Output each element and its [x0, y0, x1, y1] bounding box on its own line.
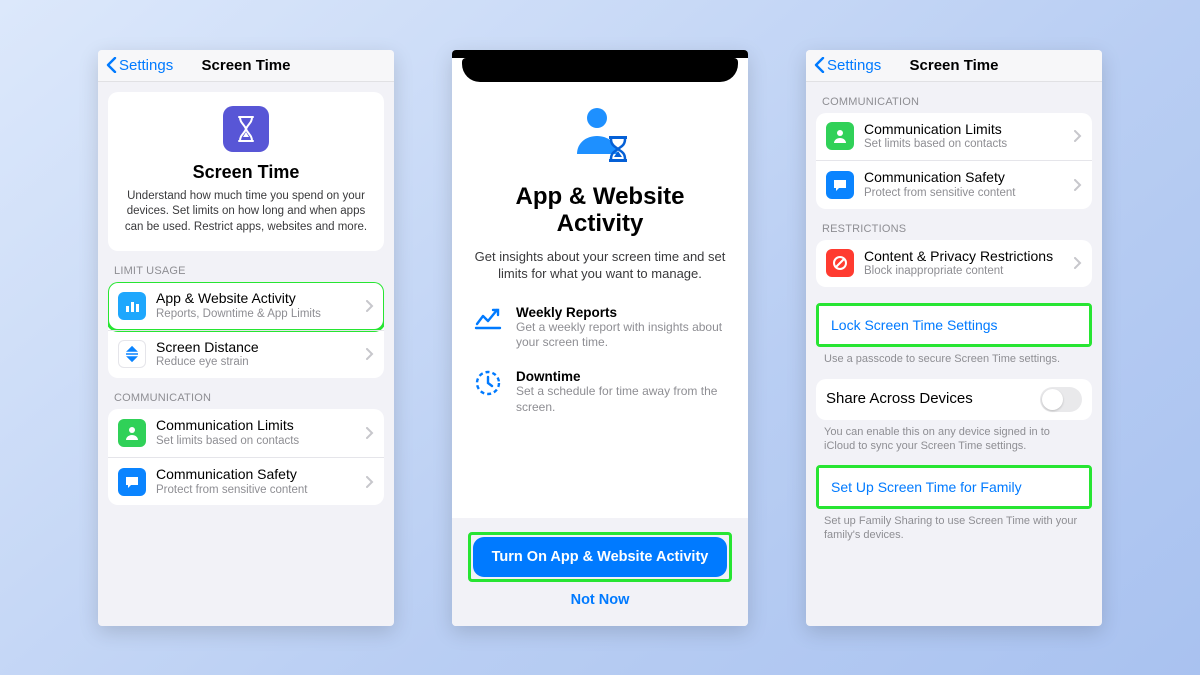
section-header-limit-usage: LIMIT USAGE — [108, 251, 384, 282]
hero-title: Screen Time — [122, 162, 370, 183]
row-title: App & Website Activity — [156, 290, 356, 307]
link-setup-family[interactable]: Set Up Screen Time for Family — [819, 468, 1089, 506]
screenshot-activity-onboarding: App & Website Activity Get insights abou… — [452, 50, 748, 626]
row-title: Communication Safety — [156, 466, 356, 483]
screen-time-hero-card: Screen Time Understand how much time you… — [108, 92, 384, 252]
chevron-right-icon — [366, 300, 374, 312]
speech-bubble-icon — [118, 468, 146, 496]
feature-title: Downtime — [516, 369, 726, 384]
device-notch — [462, 58, 738, 82]
row-title: Screen Distance — [156, 339, 356, 356]
hourglass-icon — [223, 106, 269, 152]
row-subtitle: Reports, Downtime & App Limits — [156, 308, 356, 322]
nav-bar: Settings Screen Time — [806, 50, 1102, 82]
chevron-right-icon — [1074, 179, 1082, 191]
content-scroll: Screen Time Understand how much time you… — [98, 82, 394, 626]
onboarding-sheet: App & Website Activity Get insights abou… — [452, 82, 748, 518]
row-subtitle: Block inappropriate content — [864, 265, 1064, 279]
chevron-right-icon — [366, 348, 374, 360]
row-subtitle: Set limits based on contacts — [864, 138, 1064, 152]
not-now-button[interactable]: Not Now — [571, 592, 630, 608]
footer-lock-note: Use a passcode to secure Screen Time set… — [816, 347, 1092, 366]
nav-title: Screen Time — [910, 57, 999, 74]
feature-downtime: Downtime Set a schedule for time away fr… — [474, 369, 726, 415]
row-content-privacy-restrictions[interactable]: Content & Privacy Restrictions Block ina… — [816, 240, 1092, 288]
row-title: Share Across Devices — [826, 390, 1030, 408]
row-app-website-activity[interactable]: App & Website Activity Reports, Downtime… — [108, 282, 384, 330]
onboarding-subtitle: Get insights about your screen time and … — [474, 248, 726, 283]
feature-subtitle: Set a schedule for time away from the sc… — [516, 384, 726, 415]
distance-icon — [118, 340, 146, 368]
row-title: Communication Limits — [156, 417, 356, 434]
row-communication-limits[interactable]: Communication Limits Set limits based on… — [108, 409, 384, 457]
no-entry-icon — [826, 249, 854, 277]
onboarding-title: App & Website Activity — [474, 183, 726, 238]
chevron-left-icon — [106, 57, 117, 73]
content-scroll: COMMUNICATION Communication Limits Set l… — [806, 82, 1102, 626]
section-header-communication: COMMUNICATION — [108, 378, 384, 409]
row-subtitle: Protect from sensitive content — [156, 484, 356, 498]
speech-bubble-icon — [826, 171, 854, 199]
chevron-right-icon — [366, 476, 374, 488]
feature-title: Weekly Reports — [516, 305, 726, 320]
back-button[interactable]: Settings — [814, 57, 881, 74]
group-communication: Communication Limits Set limits based on… — [108, 409, 384, 505]
toggle-share[interactable] — [1040, 387, 1082, 412]
person-hourglass-icon — [565, 104, 635, 169]
section-header-restrictions: RESTRICTIONS — [816, 209, 1092, 240]
section-header-communication: COMMUNICATION — [816, 92, 1092, 113]
screenshot-screen-time-root: Settings Screen Time Screen Time Underst… — [98, 50, 394, 626]
row-subtitle: Set limits based on contacts — [156, 435, 356, 449]
row-communication-safety[interactable]: Communication Safety Protect from sensit… — [108, 457, 384, 506]
group-limit-usage: App & Website Activity Reports, Downtime… — [108, 282, 384, 378]
feature-weekly-reports: Weekly Reports Get a weekly report with … — [474, 305, 726, 351]
feature-subtitle: Get a weekly report with insights about … — [516, 320, 726, 351]
chevron-right-icon — [366, 427, 374, 439]
nav-bar: Settings Screen Time — [98, 50, 394, 82]
back-label: Settings — [119, 57, 173, 74]
screenshot-screen-time-settings: Settings Screen Time COMMUNICATION Commu… — [806, 50, 1102, 626]
chart-icon — [118, 292, 146, 320]
row-title: Communication Limits — [864, 121, 1064, 138]
row-share-across-devices[interactable]: Share Across Devices — [816, 379, 1092, 420]
back-label: Settings — [827, 57, 881, 74]
button-bar: Turn On App & Website Activity Not Now — [452, 518, 748, 626]
row-subtitle: Reduce eye strain — [156, 356, 356, 370]
nav-title: Screen Time — [202, 57, 291, 74]
row-communication-limits[interactable]: Communication Limits Set limits based on… — [816, 113, 1092, 161]
row-title: Content & Privacy Restrictions — [864, 248, 1064, 265]
footer-family-note: Set up Family Sharing to use Screen Time… — [816, 509, 1092, 543]
row-subtitle: Protect from sensitive content — [864, 187, 1064, 201]
person-icon — [118, 419, 146, 447]
chevron-left-icon — [814, 57, 825, 73]
row-communication-safety[interactable]: Communication Safety Protect from sensit… — [816, 160, 1092, 209]
row-title: Communication Safety — [864, 169, 1064, 186]
chart-line-icon — [474, 305, 502, 333]
row-screen-distance[interactable]: Screen Distance Reduce eye strain — [108, 330, 384, 379]
chevron-right-icon — [1074, 130, 1082, 142]
link-lock-screen-time[interactable]: Lock Screen Time Settings — [819, 306, 1089, 344]
clock-dashed-icon — [474, 369, 502, 397]
group-restrictions: Content & Privacy Restrictions Block ina… — [816, 240, 1092, 288]
turn-on-button[interactable]: Turn On App & Website Activity — [473, 537, 727, 577]
group-share: Share Across Devices — [816, 379, 1092, 420]
chevron-right-icon — [1074, 257, 1082, 269]
hero-desc: Understand how much time you spend on yo… — [122, 189, 370, 236]
group-communication: Communication Limits Set limits based on… — [816, 113, 1092, 209]
back-button[interactable]: Settings — [106, 57, 173, 74]
person-icon — [826, 122, 854, 150]
footer-share-note: You can enable this on any device signed… — [816, 420, 1092, 454]
